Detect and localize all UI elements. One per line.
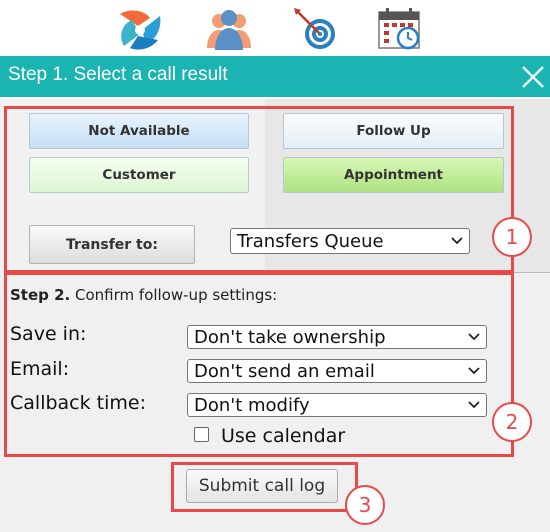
divider-line — [512, 272, 550, 273]
crm-logo-icon[interactable] — [116, 6, 164, 52]
annotation-box-submit — [171, 462, 358, 512]
contacts-icon[interactable] — [205, 6, 253, 52]
annotation-marker-2: 2 — [492, 402, 532, 442]
annotation-marker-3: 3 — [345, 485, 385, 525]
top-toolbar — [0, 0, 550, 56]
calendar-icon[interactable] — [376, 6, 424, 52]
step1-title: Step 1. Select a call result — [8, 64, 228, 85]
close-icon[interactable] — [520, 64, 546, 90]
annotation-box-step1 — [4, 106, 514, 273]
target-icon[interactable] — [292, 6, 340, 52]
annotation-marker-1: 1 — [492, 217, 532, 257]
step1-header: Step 1. Select a call result — [0, 56, 550, 97]
annotation-box-step2 — [4, 272, 514, 457]
